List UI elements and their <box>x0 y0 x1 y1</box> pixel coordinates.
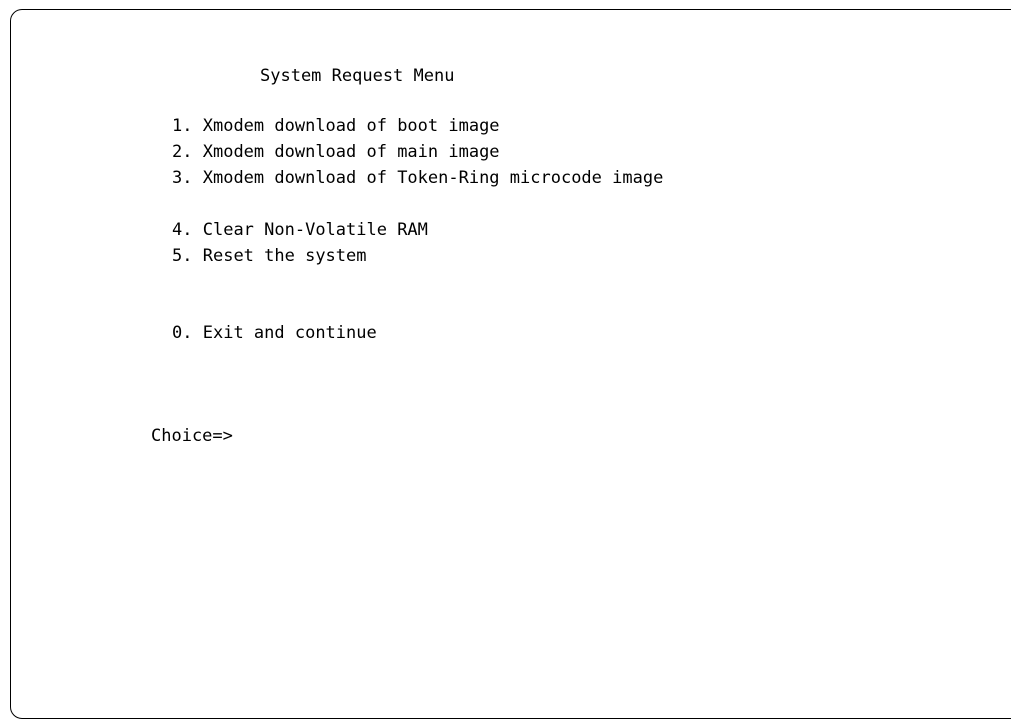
menu-item-number: 3. <box>172 168 193 188</box>
menu-item-number: 4. <box>172 220 193 240</box>
menu-item-clear-nvram[interactable]: 4. Clear Non-Volatile RAM <box>172 220 428 240</box>
menu-item-label: Xmodem download of main image <box>202 142 500 162</box>
menu-item-main-image-download[interactable]: 2. Xmodem download of main image <box>172 142 500 162</box>
menu-item-label: Exit and continue <box>202 323 377 343</box>
menu-item-exit-continue[interactable]: 0. Exit and continue <box>172 323 377 343</box>
menu-item-label: Clear Non-Volatile RAM <box>202 220 428 240</box>
menu-item-number: 2. <box>172 142 193 162</box>
menu-item-number: 1. <box>172 116 193 136</box>
menu-item-reset-system[interactable]: 5. Reset the system <box>172 246 367 266</box>
menu-item-label: Xmodem download of Token-Ring microcode … <box>202 168 664 188</box>
menu-item-boot-image-download[interactable]: 1. Xmodem download of boot image <box>172 116 500 136</box>
choice-input[interactable] <box>255 426 455 446</box>
choice-prompt-label: Choice=> <box>151 426 233 446</box>
menu-item-number: 5. <box>172 246 193 266</box>
terminal-frame <box>10 9 1011 719</box>
menu-title: System Request Menu <box>260 66 455 86</box>
menu-item-token-ring-microcode-download[interactable]: 3. Xmodem download of Token-Ring microco… <box>172 168 663 188</box>
menu-item-number: 0. <box>172 323 193 343</box>
menu-item-label: Xmodem download of boot image <box>202 116 500 136</box>
menu-item-label: Reset the system <box>202 246 367 266</box>
